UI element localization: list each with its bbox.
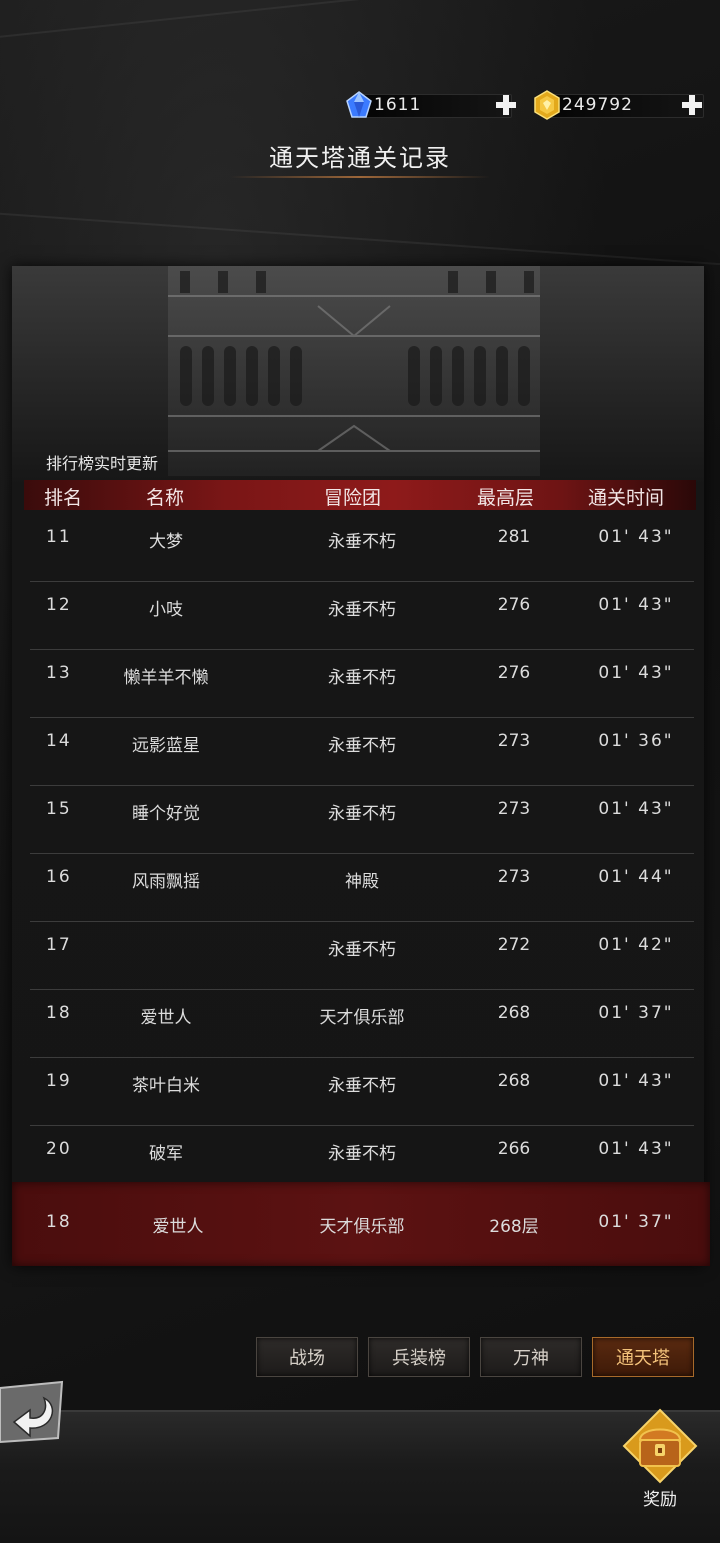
my-rank: 18	[46, 1212, 72, 1232]
row-name: 懒羊羊不懒	[123, 668, 209, 688]
table-header: 排名 名称 冒险团 最高层 通关时间	[24, 480, 696, 510]
header-name: 名称	[146, 487, 185, 509]
row-guild: 永垂不朽	[328, 940, 396, 960]
row-rank: 19	[46, 1071, 72, 1091]
row-guild: 永垂不朽	[328, 804, 396, 824]
row-floor: 273	[497, 731, 531, 751]
row-rank: 11	[46, 527, 72, 547]
row-name: 远影蓝星	[132, 736, 200, 756]
row-rank: 20	[46, 1139, 72, 1159]
table-row[interactable]: 14 远影蓝星 永垂不朽 273 01' 36"	[30, 718, 694, 786]
row-floor: 272	[497, 935, 531, 955]
tab-battlefield[interactable]: 战场	[256, 1337, 358, 1377]
tab-pantheon[interactable]: 万神	[480, 1337, 582, 1377]
header-floor: 最高层	[477, 487, 535, 509]
row-floor: 273	[497, 867, 531, 887]
realtime-update-note: 排行榜实时更新	[46, 454, 159, 473]
row-time: 01' 43"	[598, 799, 674, 819]
row-rank: 13	[46, 663, 72, 683]
row-time: 01' 43"	[598, 1139, 674, 1159]
row-floor: 276	[497, 595, 531, 615]
row-name: 大梦	[149, 532, 183, 552]
header-guild: 冒险团	[324, 487, 382, 509]
row-name: 爱世人	[140, 1008, 192, 1028]
tab-equipment-ranking[interactable]: 兵装榜	[368, 1337, 470, 1377]
row-time: 01' 36"	[598, 731, 674, 751]
row-time: 01' 43"	[598, 1071, 674, 1091]
reward-label: 奖励	[643, 1490, 677, 1510]
title-divider	[230, 176, 490, 178]
table-row[interactable]: 12 小吱 永垂不朽 276 01' 43"	[30, 582, 694, 650]
row-time: 01' 43"	[598, 527, 674, 547]
row-guild: 永垂不朽	[328, 1076, 396, 1096]
row-guild: 神殿	[345, 872, 379, 892]
diamond-amount: 1611	[374, 95, 422, 115]
row-floor: 266	[497, 1139, 531, 1159]
my-guild: 天才俱乐部	[319, 1217, 405, 1237]
header-rank: 排名	[44, 487, 83, 509]
row-guild: 永垂不朽	[328, 532, 396, 552]
row-guild: 永垂不朽	[328, 668, 396, 688]
row-floor: 281	[497, 527, 531, 547]
row-guild: 天才俱乐部	[319, 1008, 405, 1028]
row-time: 01' 43"	[598, 595, 674, 615]
back-arrow-icon[interactable]	[0, 1380, 66, 1446]
my-name: 爱世人	[152, 1217, 204, 1237]
table-row[interactable]: 15 睡个好觉 永垂不朽 273 01' 43"	[30, 786, 694, 854]
my-floor: 268层	[489, 1217, 539, 1237]
row-time: 01' 44"	[598, 867, 674, 887]
page-title: 通天塔通关记录	[269, 144, 451, 172]
gold-amount: 249792	[562, 95, 633, 115]
blue-diamond-icon	[346, 91, 372, 118]
row-floor: 273	[497, 799, 531, 819]
header-time: 通关时间	[588, 487, 665, 509]
table-row[interactable]: 11 大梦 永垂不朽 281 01' 43"	[30, 514, 694, 582]
tab-babel-tower[interactable]: 通天塔	[592, 1337, 694, 1377]
my-ranking-row: 18 爱世人 天才俱乐部 268层 01' 37"	[12, 1182, 710, 1266]
diamond-counter: 1611	[344, 90, 520, 120]
row-time: 01' 42"	[598, 935, 674, 955]
table-row[interactable]: 13 懒羊羊不懒 永垂不朽 276 01' 43"	[30, 650, 694, 718]
table-row[interactable]: 19 茶叶白米 永垂不朽 268 01' 43"	[30, 1058, 694, 1126]
row-time: 01' 37"	[598, 1003, 674, 1023]
gold-counter: 249792	[532, 90, 712, 120]
plus-icon[interactable]	[680, 93, 704, 117]
bottom-bar	[0, 1410, 720, 1543]
plus-icon[interactable]	[494, 93, 518, 117]
row-rank: 17	[46, 935, 72, 955]
table-row[interactable]: 16 风雨飘摇 神殿 273 01' 44"	[30, 854, 694, 922]
row-guild: 永垂不朽	[328, 600, 396, 620]
row-rank: 16	[46, 867, 72, 887]
row-guild: 永垂不朽	[328, 736, 396, 756]
row-time: 01' 43"	[598, 663, 674, 683]
table-row[interactable]: 18 爱世人 天才俱乐部 268 01' 37"	[30, 990, 694, 1058]
row-rank: 18	[46, 1003, 72, 1023]
row-rank: 14	[46, 731, 72, 751]
row-guild: 永垂不朽	[328, 1144, 396, 1164]
gold-coin-icon	[534, 90, 560, 120]
my-time: 01' 37"	[598, 1212, 674, 1232]
table-row[interactable]: 17 永垂不朽 272 01' 42"	[30, 922, 694, 990]
row-rank: 12	[46, 595, 72, 615]
row-floor: 276	[497, 663, 531, 683]
tower-illustration	[168, 266, 540, 476]
row-name: 破军	[149, 1144, 183, 1164]
row-name: 小吱	[149, 600, 183, 620]
row-name: 茶叶白米	[132, 1076, 200, 1096]
treasure-chest-icon[interactable]	[622, 1408, 698, 1484]
row-rank: 15	[46, 799, 72, 819]
row-name: 风雨飘摇	[132, 872, 200, 892]
row-floor: 268	[497, 1003, 531, 1023]
row-name: 睡个好觉	[132, 804, 200, 824]
row-floor: 268	[497, 1071, 531, 1091]
